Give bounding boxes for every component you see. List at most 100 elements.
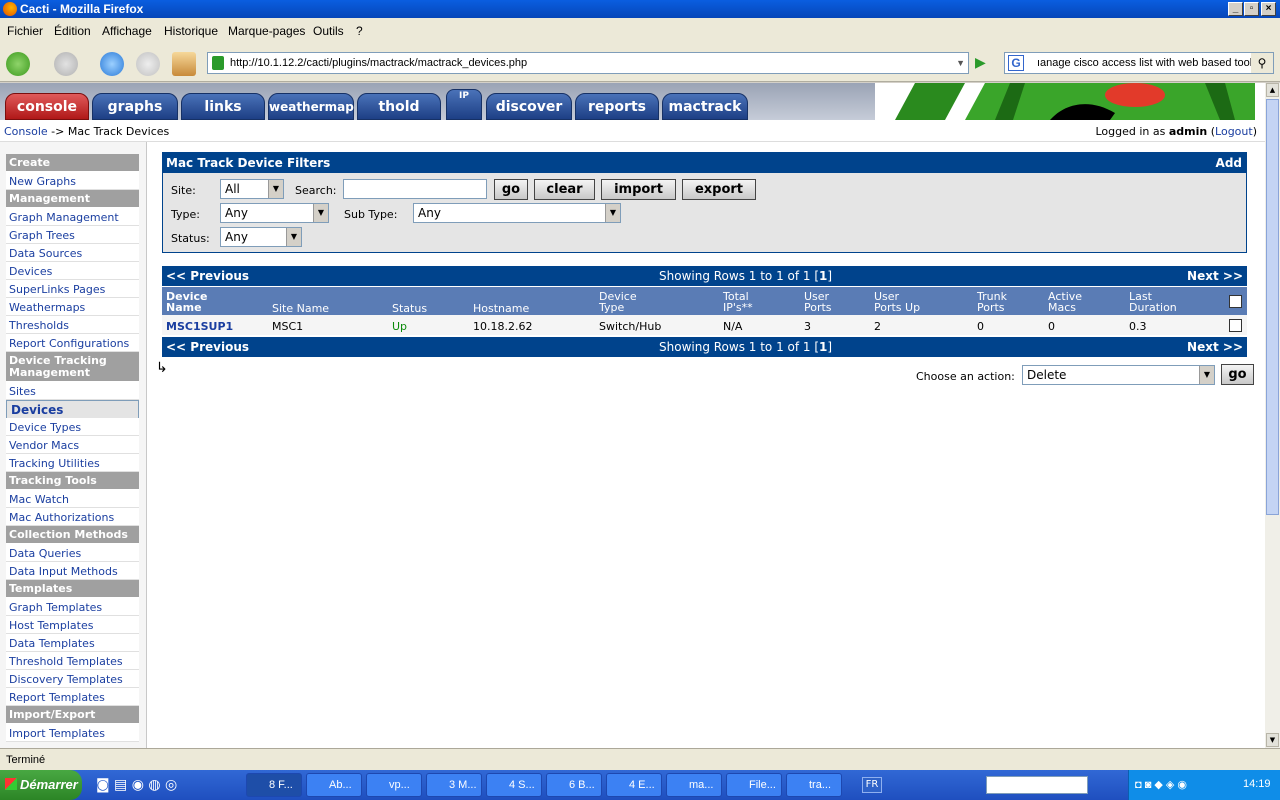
action-select[interactable]: Delete ▼	[1022, 365, 1215, 385]
tab-graphs[interactable]: graphs	[92, 93, 178, 120]
task-ab[interactable]: Ab...	[306, 773, 362, 797]
scroll-thumb[interactable]	[1266, 99, 1279, 515]
sidebar-item-data-sources[interactable]: Data Sources	[6, 244, 139, 262]
tab-discover[interactable]: discover	[486, 93, 572, 120]
tray-icons[interactable]: ◘ ◙ ◆ ◈ ◉	[1135, 778, 1187, 791]
stop-icon[interactable]	[136, 52, 160, 76]
sidebar-item-device-types[interactable]: Device Types	[6, 418, 139, 436]
sidebar-item-new-graphs[interactable]: New Graphs	[6, 172, 139, 190]
col-device-type[interactable]: Device Type	[599, 291, 637, 313]
task-filezilla[interactable]: File...	[726, 773, 782, 797]
add-device-link[interactable]: Add	[1216, 156, 1242, 170]
site-select[interactable]: All ▼	[220, 179, 284, 199]
sidebar-item-graph-management[interactable]: Graph Management	[6, 208, 139, 226]
minimize-button[interactable]: _	[1228, 2, 1243, 16]
col-device-name[interactable]: Device Name	[166, 291, 208, 313]
select-all-checkbox[interactable]	[1229, 295, 1242, 308]
go-button[interactable]: go	[494, 179, 528, 200]
menu-help[interactable]: ?	[356, 24, 363, 38]
sidebar-item-data-queries[interactable]: Data Queries	[6, 544, 139, 562]
row-checkbox[interactable]	[1229, 319, 1242, 332]
type-select[interactable]: Any ▼	[220, 203, 329, 223]
task-vp[interactable]: vp...	[366, 773, 422, 797]
col-last-duration[interactable]: Last Duration	[1129, 291, 1177, 313]
desktop-search-box[interactable]	[986, 776, 1088, 794]
col-total-ips[interactable]: Total IP's**	[723, 291, 753, 313]
task-tra[interactable]: tra...	[786, 773, 842, 797]
tab-ip[interactable]: IP	[446, 89, 482, 120]
search-bar[interactable]: G ıanage cisco access list with web base…	[1004, 52, 1274, 74]
vertical-scrollbar[interactable]: ▲ ▼	[1265, 83, 1280, 748]
status-select[interactable]: Any ▼	[220, 227, 302, 247]
sidebar-item-data-input-methods[interactable]: Data Input Methods	[6, 562, 139, 580]
sidebar-item-threshold-templates[interactable]: Threshold Templates	[6, 652, 139, 670]
scroll-up-icon[interactable]: ▲	[1266, 83, 1279, 97]
language-indicator[interactable]: FR	[862, 777, 882, 793]
col-status[interactable]: Status	[392, 303, 427, 314]
scroll-down-icon[interactable]: ▼	[1266, 733, 1279, 747]
task-firefox[interactable]: 8 F...	[246, 773, 302, 797]
sidebar-item-weathermaps[interactable]: Weathermaps	[6, 298, 139, 316]
tab-console[interactable]: console	[5, 93, 89, 120]
search-input[interactable]	[343, 179, 487, 199]
sidebar-item-tracking-utilities[interactable]: Tracking Utilities	[6, 454, 139, 472]
google-engine-icon[interactable]: G	[1008, 55, 1024, 71]
next-link-top[interactable]: Next >>	[1187, 266, 1243, 286]
col-user-ports-up[interactable]: User Ports Up	[874, 291, 920, 313]
subtype-select[interactable]: Any ▼	[413, 203, 621, 223]
action-go-button[interactable]: go	[1221, 364, 1254, 385]
task-s[interactable]: 4 S...	[486, 773, 542, 797]
forward-icon[interactable]	[54, 52, 78, 76]
col-active-macs[interactable]: Active Macs	[1048, 291, 1082, 313]
menu-tools[interactable]: Outils	[313, 24, 344, 38]
menu-edit[interactable]: Édition	[54, 24, 91, 38]
menu-file[interactable]: Fichier	[7, 24, 43, 38]
sidebar-item-import-templates[interactable]: Import Templates	[6, 724, 139, 742]
next-link-bottom[interactable]: Next >>	[1187, 337, 1243, 357]
sidebar-item-graph-templates[interactable]: Graph Templates	[6, 598, 139, 616]
url-dropdown-icon[interactable]: ▼	[956, 53, 965, 73]
sidebar-item-sites[interactable]: Sites	[6, 382, 139, 400]
sidebar-item-host-templates[interactable]: Host Templates	[6, 616, 139, 634]
import-button[interactable]: import	[601, 179, 676, 200]
tab-links[interactable]: links	[181, 93, 265, 120]
task-excel[interactable]: 3 M...	[426, 773, 482, 797]
url-bar[interactable]: http://10.1.12.2/cacti/plugins/mactrack/…	[207, 52, 969, 74]
tab-mactrack[interactable]: mactrack	[662, 93, 748, 120]
logout-link[interactable]: Logout	[1215, 125, 1253, 138]
col-trunk-ports[interactable]: Trunk Ports	[977, 291, 1007, 313]
col-site-name[interactable]: Site Name	[272, 303, 329, 314]
menu-bookmarks[interactable]: Marque-pages	[228, 24, 305, 38]
previous-link-top[interactable]: << Previous	[166, 266, 249, 286]
export-button[interactable]: export	[682, 179, 756, 200]
sidebar-item-mac-watch[interactable]: Mac Watch	[6, 490, 139, 508]
device-name-link[interactable]: MSC1SUP1	[166, 320, 233, 333]
menu-view[interactable]: Affichage	[102, 24, 152, 38]
go-arrow-icon[interactable]: ▶	[975, 55, 986, 71]
sidebar-item-discovery-templates[interactable]: Discovery Templates	[6, 670, 139, 688]
sidebar-item-report-configurations[interactable]: Report Configurations	[6, 334, 139, 352]
sidebar-item-devices[interactable]: Devices	[6, 262, 139, 280]
sidebar-item-mac-authorizations[interactable]: Mac Authorizations	[6, 508, 139, 526]
reload-icon[interactable]	[100, 52, 124, 76]
task-explorer[interactable]: 4 E...	[606, 773, 662, 797]
sidebar-item-superlinks-pages[interactable]: SuperLinks Pages	[6, 280, 139, 298]
sidebar-item-vendor-macs[interactable]: Vendor Macs	[6, 436, 139, 454]
task-ma[interactable]: ma...	[666, 773, 722, 797]
sidebar-item-report-templates[interactable]: Report Templates	[6, 688, 139, 706]
breadcrumb-console-link[interactable]: Console	[4, 125, 48, 138]
sidebar-item-graph-trees[interactable]: Graph Trees	[6, 226, 139, 244]
clear-button[interactable]: clear	[534, 179, 595, 200]
close-button[interactable]: ×	[1261, 2, 1276, 16]
tab-thold[interactable]: thold	[357, 93, 441, 120]
back-icon[interactable]	[6, 52, 30, 76]
task-b[interactable]: 6 B...	[546, 773, 602, 797]
search-magnifier-icon[interactable]: ⚲	[1251, 53, 1273, 73]
maximize-button[interactable]: ▫	[1244, 2, 1259, 16]
col-hostname[interactable]: Hostname	[473, 303, 529, 314]
sidebar-item-data-templates[interactable]: Data Templates	[6, 634, 139, 652]
menu-history[interactable]: Historique	[164, 24, 218, 38]
start-button[interactable]: Démarrer	[0, 770, 82, 800]
tab-weathermap[interactable]: weathermap	[268, 93, 354, 120]
previous-link-bottom[interactable]: << Previous	[166, 337, 249, 357]
